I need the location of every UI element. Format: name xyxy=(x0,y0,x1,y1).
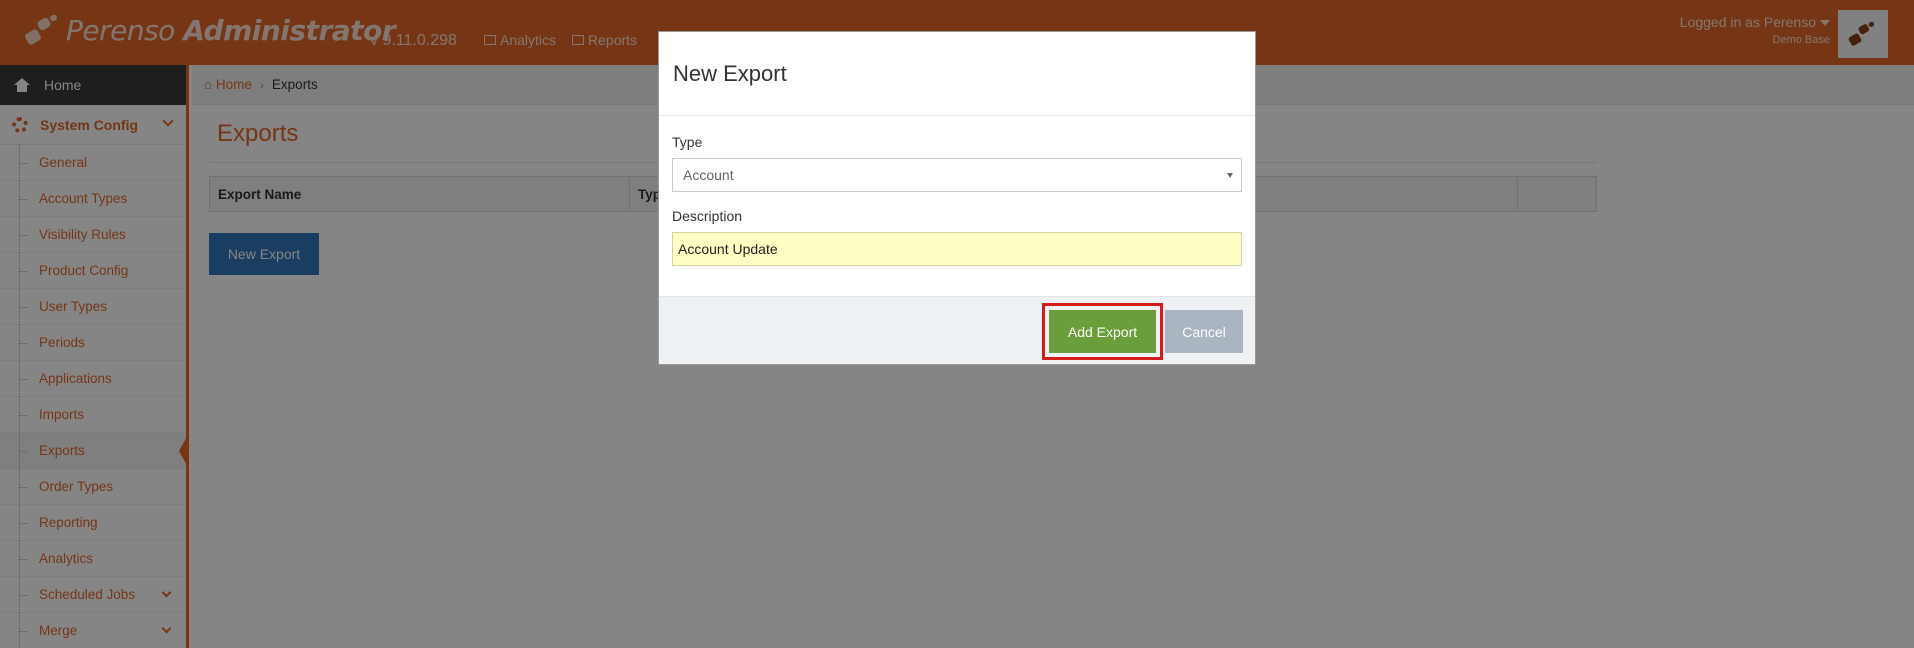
description-label: Description xyxy=(672,208,743,224)
add-export-button[interactable]: Add Export xyxy=(1049,310,1156,353)
dropdown-arrow-icon xyxy=(1227,173,1233,178)
type-label: Type xyxy=(672,134,703,150)
dialog-title: New Export xyxy=(673,60,787,86)
add-export-highlight: Add Export xyxy=(1042,303,1163,360)
dialog-body: Type Account Description Account Update xyxy=(659,134,1255,266)
description-input[interactable]: Account Update xyxy=(672,232,1242,266)
type-select-value: Account xyxy=(683,167,734,183)
cancel-button[interactable]: Cancel xyxy=(1165,310,1243,353)
new-export-dialog: New Export Type Account Description Acco… xyxy=(658,31,1256,365)
type-select[interactable]: Account xyxy=(672,158,1242,192)
dialog-header: New Export xyxy=(659,32,1255,116)
dialog-footer: Add Export Cancel xyxy=(659,296,1255,364)
